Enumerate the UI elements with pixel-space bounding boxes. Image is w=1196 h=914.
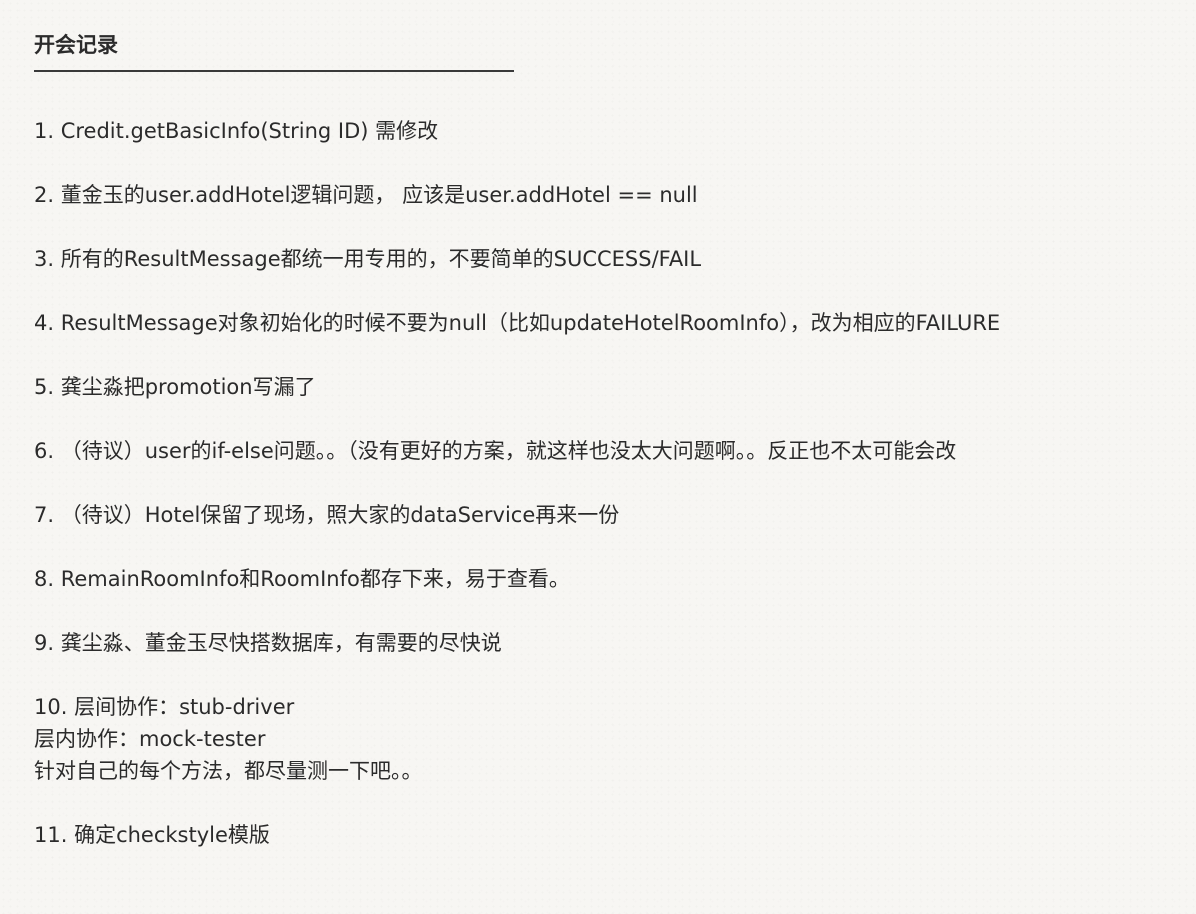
list-item-text: 7. （待议）Hotel保留了现场，照大家的dataService再来一份 xyxy=(34,503,620,527)
list-item: 11. 确定checkstyle模版 xyxy=(34,819,1184,851)
list-item-text: 针对自己的每个方法，都尽量测一下吧。。 xyxy=(34,759,423,783)
list-item-text: 9. 龚尘淼、董金玉尽快搭数据库，有需要的尽快说 xyxy=(34,631,502,655)
page-title: 开会记录 xyxy=(34,33,118,57)
list-item: 9. 龚尘淼、董金玉尽快搭数据库，有需要的尽快说 xyxy=(34,627,1184,659)
list-item-text: 8. RemainRoomInfo和RoomInfo都存下来，易于查看。 xyxy=(34,567,570,591)
list-item-text: 6. （待议）user的if-else问题。。（没有更好的方案，就这样也没太大问… xyxy=(34,439,957,463)
list-item: 3. 所有的ResultMessage都统一用专用的，不要简单的SUCCESS/… xyxy=(34,243,1184,275)
list-item-text: 3. 所有的ResultMessage都统一用专用的，不要简单的SUCCESS/… xyxy=(34,247,702,271)
list-item-text: 10. 层间协作：stub-driver xyxy=(34,695,295,719)
list-item: 4. ResultMessage对象初始化的时候不要为null（比如update… xyxy=(34,307,1184,339)
list-item: 5. 龚尘淼把promotion写漏了 xyxy=(34,371,1184,403)
list-item: 7. （待议）Hotel保留了现场，照大家的dataService再来一份 xyxy=(34,499,1184,531)
list-item: 2. 董金玉的user.addHotel逻辑问题， 应该是user.addHot… xyxy=(34,179,1184,211)
list-item-text: 5. 龚尘淼把promotion写漏了 xyxy=(34,375,316,399)
list-item-text: 4. ResultMessage对象初始化的时候不要为null（比如update… xyxy=(34,311,1001,335)
title-underline xyxy=(34,70,514,72)
list-item: 10. 层间协作：stub-driver 层内协作：mock-tester 针对… xyxy=(34,691,1184,787)
list-item: 6. （待议）user的if-else问题。。（没有更好的方案，就这样也没太大问… xyxy=(34,435,1184,467)
list-item: 8. RemainRoomInfo和RoomInfo都存下来，易于查看。 xyxy=(34,563,1184,595)
list-item: 1. Credit.getBasicInfo(String ID) 需修改 xyxy=(34,115,1184,147)
meeting-notes-list: 1. Credit.getBasicInfo(String ID) 需修改 2.… xyxy=(34,115,1184,851)
list-item-text: 1. Credit.getBasicInfo(String ID) 需修改 xyxy=(34,119,439,143)
list-item-text: 层内协作：mock-tester xyxy=(34,727,266,751)
document: 开会记录 1. Credit.getBasicInfo(String ID) 需… xyxy=(34,28,1184,883)
list-item-text: 11. 确定checkstyle模版 xyxy=(34,823,270,847)
list-item-text: 2. 董金玉的user.addHotel逻辑问题， 应该是user.addHot… xyxy=(34,183,698,207)
